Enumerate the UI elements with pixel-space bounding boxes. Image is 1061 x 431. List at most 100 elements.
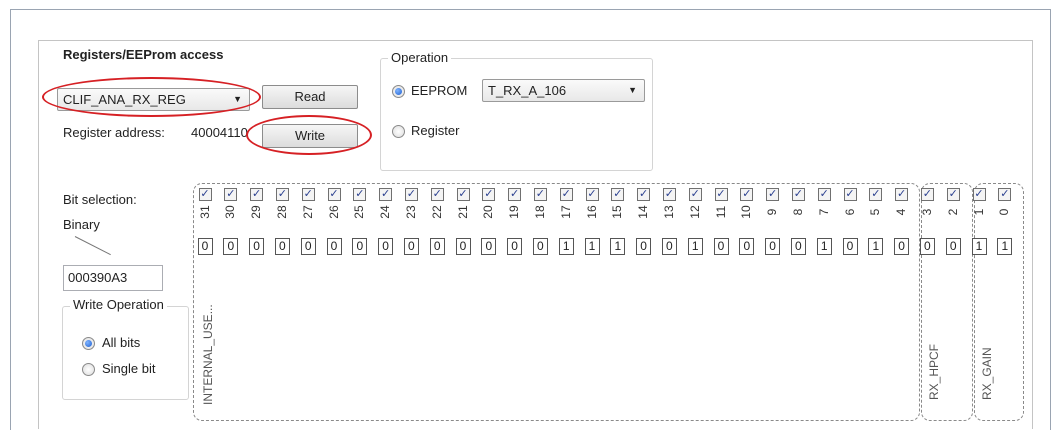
bit-4-value[interactable]: 0 (894, 238, 910, 255)
bit-28-value[interactable]: 0 (274, 238, 290, 255)
bit-24-value[interactable]: 0 (378, 238, 394, 255)
bit-21-value[interactable]: 0 (455, 238, 471, 255)
bit-2-value[interactable]: 0 (945, 238, 961, 255)
bit-6-value[interactable]: 0 (842, 238, 858, 255)
bit-23-checkbox[interactable]: ✓ (404, 188, 418, 201)
binary-label: Binary (63, 217, 100, 232)
bit-30-number: 30 (223, 205, 238, 219)
bit-22-value[interactable]: 0 (429, 238, 445, 255)
single-bit-label: Single bit (102, 361, 156, 376)
bit-21-number: 21 (455, 205, 470, 219)
bit-13-number: 13 (661, 205, 676, 219)
bit-29-checkbox[interactable]: ✓ (250, 188, 264, 201)
bit-8-checkbox[interactable]: ✓ (791, 188, 805, 201)
bit-23-value[interactable]: 0 (403, 238, 419, 255)
bit-5-checkbox[interactable]: ✓ (869, 188, 883, 201)
bit-3-checkbox[interactable]: ✓ (920, 188, 934, 201)
bit-23-number: 23 (403, 205, 418, 219)
bit-1-value[interactable]: 1 (971, 238, 987, 255)
bit-13-checkbox[interactable]: ✓ (662, 188, 676, 201)
bit-19-value[interactable]: 0 (507, 238, 523, 255)
bit-14-checkbox[interactable]: ✓ (637, 188, 651, 201)
all-bits-radio[interactable] (82, 337, 95, 350)
bit-12-value[interactable]: 1 (687, 238, 703, 255)
bit-30-checkbox[interactable]: ✓ (224, 188, 238, 201)
operation-legend: Operation (388, 50, 452, 65)
bit-28-number: 28 (274, 205, 289, 219)
register-address-label: Register address: (63, 125, 165, 140)
eeprom-select[interactable]: T_RX_A_106 ▼ (482, 79, 645, 102)
bit-2-checkbox[interactable]: ✓ (946, 188, 960, 201)
bit-25-checkbox[interactable]: ✓ (353, 188, 367, 201)
bit-18-checkbox[interactable]: ✓ (533, 188, 547, 201)
bit-9-value[interactable]: 0 (765, 238, 781, 255)
bit-24-checkbox[interactable]: ✓ (379, 188, 393, 201)
bit-1-checkbox[interactable]: ✓ (972, 188, 986, 201)
chevron-down-icon: ▼ (233, 94, 242, 104)
bit-12-checkbox[interactable]: ✓ (688, 188, 702, 201)
bit-18-value[interactable]: 0 (532, 238, 548, 255)
single-bit-radio[interactable] (82, 363, 95, 376)
hex-value-field[interactable]: 000390A3 (63, 265, 163, 291)
bit-31-value[interactable]: 0 (197, 238, 213, 255)
bit-17-checkbox[interactable]: ✓ (559, 188, 573, 201)
bit-19-checkbox[interactable]: ✓ (508, 188, 522, 201)
bit-7-value[interactable]: 1 (816, 238, 832, 255)
bit-27-value[interactable]: 0 (300, 238, 316, 255)
bit-31-checkbox[interactable]: ✓ (198, 188, 212, 201)
register-radio-label: Register (411, 123, 460, 138)
write-operation-legend: Write Operation (70, 297, 167, 312)
bit-4-checkbox[interactable]: ✓ (895, 188, 909, 201)
register-select[interactable]: CLIF_ANA_RX_REG ▼ (57, 88, 250, 111)
bit-6-checkbox[interactable]: ✓ (843, 188, 857, 201)
bit-7-checkbox[interactable]: ✓ (817, 188, 831, 201)
chevron-down-icon: ▼ (628, 85, 637, 95)
bit-0-value[interactable]: 1 (997, 238, 1013, 255)
bit-15-value[interactable]: 1 (610, 238, 626, 255)
bit-20-number: 20 (481, 205, 496, 219)
bit-29-value[interactable]: 0 (249, 238, 265, 255)
bit-25-number: 25 (352, 205, 367, 219)
bit-5-value[interactable]: 1 (868, 238, 884, 255)
bit-9-checkbox[interactable]: ✓ (766, 188, 780, 201)
all-bits-label: All bits (102, 335, 141, 350)
bit-10-checkbox[interactable]: ✓ (740, 188, 754, 201)
bit-10-value[interactable]: 0 (739, 238, 755, 255)
bit-0-checkbox[interactable]: ✓ (998, 188, 1012, 201)
write-operation-group (62, 306, 189, 400)
bit-11-checkbox[interactable]: ✓ (714, 188, 728, 201)
bit-30-value[interactable]: 0 (223, 238, 239, 255)
bit-16-checkbox[interactable]: ✓ (585, 188, 599, 201)
register-select-value: CLIF_ANA_RX_REG (63, 92, 186, 107)
bit-11-value[interactable]: 0 (713, 238, 729, 255)
group-label-rx-gain: RX_GAIN (980, 347, 994, 400)
bit-22-checkbox[interactable]: ✓ (430, 188, 444, 201)
bit-26-value[interactable]: 0 (326, 238, 342, 255)
bit-16-value[interactable]: 1 (584, 238, 600, 255)
bit-27-checkbox[interactable]: ✓ (301, 188, 315, 201)
bit-1-number: 1 (971, 208, 986, 216)
bit-21-checkbox[interactable]: ✓ (456, 188, 470, 201)
bit-31-number: 31 (197, 205, 212, 219)
bit-13-value[interactable]: 0 (661, 238, 677, 255)
bit-29-number: 29 (249, 205, 264, 219)
bit-14-value[interactable]: 0 (636, 238, 652, 255)
bit-5-number: 5 (868, 208, 883, 216)
bit-11-number: 11 (713, 205, 728, 219)
bit-20-value[interactable]: 0 (481, 238, 497, 255)
bit-3-value[interactable]: 0 (919, 238, 935, 255)
bit-8-value[interactable]: 0 (790, 238, 806, 255)
bit-15-checkbox[interactable]: ✓ (611, 188, 625, 201)
bit-26-number: 26 (326, 205, 341, 219)
bit-17-value[interactable]: 1 (558, 238, 574, 255)
register-radio[interactable] (392, 125, 405, 138)
write-button[interactable]: Write (262, 124, 358, 148)
bit-28-checkbox[interactable]: ✓ (275, 188, 289, 201)
bit-26-checkbox[interactable]: ✓ (327, 188, 341, 201)
read-button[interactable]: Read (262, 85, 358, 109)
bit-6-number: 6 (842, 208, 857, 216)
eeprom-radio[interactable] (392, 85, 405, 98)
bit-25-value[interactable]: 0 (352, 238, 368, 255)
bit-2-number: 2 (945, 208, 960, 216)
bit-20-checkbox[interactable]: ✓ (482, 188, 496, 201)
